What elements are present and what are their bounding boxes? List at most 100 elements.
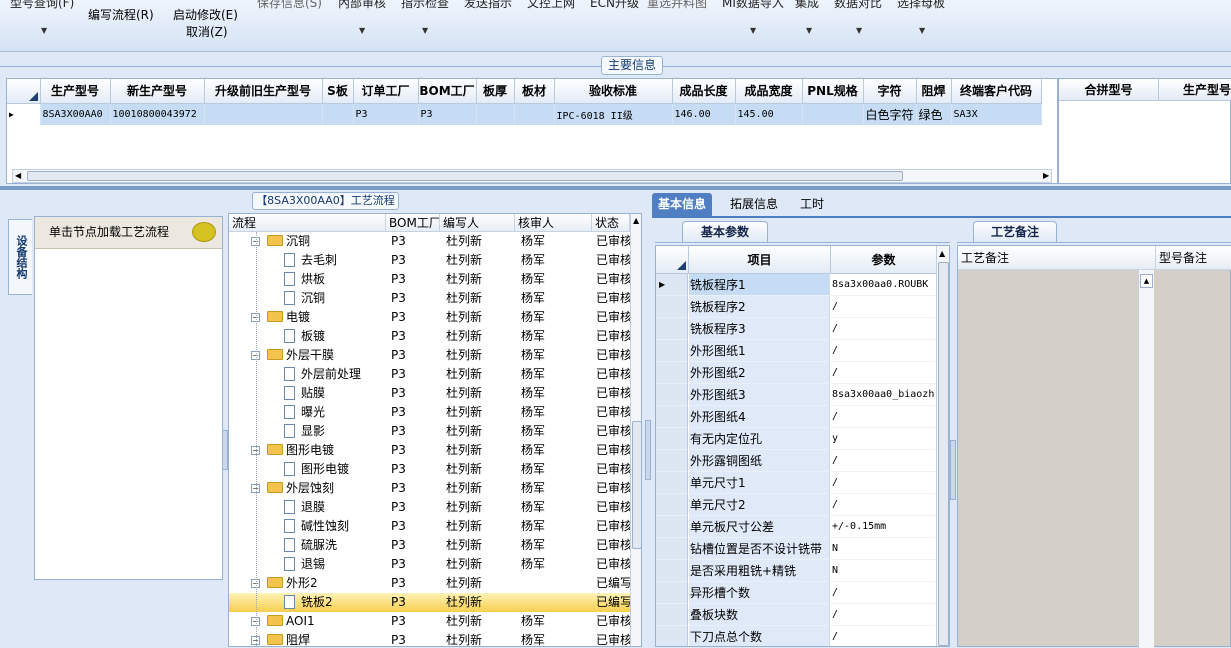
tree-row[interactable]: 板镀 P3 杜列新 杨军 已审核 xyxy=(229,327,631,346)
tree-row[interactable]: − 沉铜 P3 杜列新 杨军 已审核 xyxy=(229,232,631,251)
param-value[interactable]: / xyxy=(831,494,935,516)
collapse-handle[interactable] xyxy=(645,420,651,480)
scrollbar-thumb[interactable] xyxy=(632,421,641,549)
col-header[interactable]: 板厚 xyxy=(476,79,515,104)
basic-params-tab[interactable]: 基本参数 xyxy=(682,221,768,243)
param-row[interactable]: 铣板程序3/ xyxy=(656,318,936,340)
tree-row[interactable]: 烘板 P3 杜列新 杨军 已审核 xyxy=(229,270,631,289)
col-header[interactable]: 编写人 xyxy=(440,214,515,232)
scrollbar-thumb[interactable] xyxy=(27,171,903,181)
tree-node[interactable]: 硫脲洗 xyxy=(284,536,386,555)
tree-node[interactable]: 退膜 xyxy=(284,498,386,517)
param-row[interactable]: 外形图纸3 8sa3x00aa0_biaozhun xyxy=(656,384,936,406)
scrollbar-thumb[interactable] xyxy=(938,262,949,646)
tree-node[interactable]: 碱性蚀刻 xyxy=(284,517,386,536)
tree-node[interactable]: 烘板 xyxy=(284,270,386,289)
scroll-up-icon[interactable]: ▲ xyxy=(633,216,639,225)
tree-row[interactable]: 退锡 P3 杜列新 杨军 已审核 xyxy=(229,555,631,574)
tree-node[interactable]: 图形电镀 xyxy=(284,460,386,479)
menu-save-info[interactable]: 保存信息(S) xyxy=(257,0,322,11)
chevron-down-icon[interactable]: ▼ xyxy=(919,26,925,35)
tree-node[interactable]: 板镀 xyxy=(284,327,386,346)
col-header[interactable]: 验收标准 xyxy=(554,79,673,104)
param-value[interactable]: / xyxy=(831,340,935,362)
tree-node[interactable]: 显影 xyxy=(284,422,386,441)
tree-row[interactable]: 硫脲洗 P3 杜列新 杨军 已审核 xyxy=(229,536,631,555)
tree-node[interactable]: 沉铜 xyxy=(267,232,386,251)
tree-node[interactable]: 外层前处理 xyxy=(284,365,386,384)
table-cell[interactable] xyxy=(322,103,354,125)
param-value[interactable]: N xyxy=(831,560,935,582)
cancel-button[interactable]: 取消(Z) xyxy=(186,23,228,40)
param-row[interactable]: 外形图纸4/ xyxy=(656,406,936,428)
vertical-scrollbar[interactable]: ▲ xyxy=(630,214,641,646)
col-header[interactable]: 流程 xyxy=(229,214,386,232)
menu-instruction-check[interactable]: 指示检查 xyxy=(401,0,449,11)
table-cell[interactable]: 145.00 xyxy=(735,103,803,125)
col-header[interactable]: 订单工厂 xyxy=(353,79,419,104)
table-cell[interactable]: 10010800043972 xyxy=(110,103,205,125)
table-cell[interactable] xyxy=(514,103,555,125)
tree-row[interactable]: 外层前处理 P3 杜列新 杨军 已审核 xyxy=(229,365,631,384)
param-row[interactable]: 外形图纸1/ xyxy=(656,340,936,362)
col-header[interactable]: 核审人 xyxy=(515,214,592,232)
tree-node[interactable]: 退锡 xyxy=(284,555,386,574)
menu-reselect-drawing[interactable]: 重选并料图 xyxy=(647,0,707,11)
vertical-scrollbar[interactable]: ▲ xyxy=(936,246,949,646)
col-header[interactable]: 字符 xyxy=(863,79,917,104)
param-row[interactable]: 外形图纸2/ xyxy=(656,362,936,384)
scroll-right-icon[interactable]: ▶ xyxy=(1043,171,1049,180)
horizontal-scrollbar[interactable]: ◀ ▶ xyxy=(12,169,1052,183)
param-value[interactable]: / xyxy=(831,582,935,604)
tree-row[interactable]: 去毛刺 P3 杜列新 杨军 已审核 xyxy=(229,251,631,270)
tree-node[interactable]: 电镀 xyxy=(267,308,386,327)
tab-basic-info[interactable]: 基本信息 xyxy=(652,193,713,216)
tab-device-structure[interactable]: 设备结构 xyxy=(8,219,32,295)
table-cell[interactable]: 8SA3X00AA0 xyxy=(40,103,111,125)
tree-node[interactable]: 外层干膜 xyxy=(267,346,386,365)
tree-row[interactable]: 显影 P3 杜列新 杨军 已审核 xyxy=(229,422,631,441)
param-row[interactable]: 异形槽个数 / xyxy=(656,582,936,604)
table-cell[interactable]: 绿色 xyxy=(916,103,952,125)
tree-row[interactable]: − 外层干膜 P3 杜列新 杨军 已审核 xyxy=(229,346,631,365)
param-row[interactable]: 外形露铜图纸 / xyxy=(656,450,936,472)
param-value[interactable]: / xyxy=(831,318,935,340)
menu-integrate[interactable]: 集成 xyxy=(795,0,819,11)
table-cell[interactable] xyxy=(476,103,515,125)
menu-model-query[interactable]: 型号查询(F) xyxy=(10,0,74,11)
tab-extended-info[interactable]: 拓展信息 xyxy=(724,193,784,216)
tree-node[interactable]: 贴膜 xyxy=(284,384,386,403)
collapse-handle[interactable] xyxy=(950,440,956,500)
param-value[interactable]: 8sa3x00aa0.ROUBK xyxy=(831,274,935,296)
param-row[interactable]: 单元板尺寸公差 +/-0.15mm xyxy=(656,516,936,538)
tree-row[interactable]: − 外形2 P3 杜列新 已编写 xyxy=(229,574,631,593)
splitter[interactable] xyxy=(0,186,1231,190)
tree-row[interactable]: − 电镀 P3 杜列新 杨军 已审核 xyxy=(229,308,631,327)
col-header[interactable]: 成品宽度 xyxy=(735,79,803,104)
menu-doc-online[interactable]: 文控上网 xyxy=(527,0,575,11)
table-cell[interactable]: SA3X xyxy=(951,103,1042,125)
col-header[interactable]: 生产型号 xyxy=(1159,79,1231,101)
col-header[interactable]: S板 xyxy=(322,79,354,104)
tree-node[interactable]: 曝光 xyxy=(284,403,386,422)
param-value[interactable]: / xyxy=(831,362,935,384)
menu-data-compare[interactable]: 数据对比 xyxy=(834,0,882,11)
param-value[interactable]: / xyxy=(831,296,935,318)
param-value[interactable]: / xyxy=(831,604,935,626)
table-cell[interactable]: P3 xyxy=(353,103,419,125)
col-header[interactable]: 升级前旧生产型号 xyxy=(204,79,323,104)
chevron-down-icon[interactable]: ▼ xyxy=(856,26,862,35)
tree-node[interactable]: 外形2 xyxy=(267,574,386,593)
tree-row[interactable]: 沉铜 P3 杜列新 杨军 已审核 xyxy=(229,289,631,308)
tree-row[interactable]: 贴膜 P3 杜列新 杨军 已审核 xyxy=(229,384,631,403)
param-row[interactable]: 钻槽位置是否不设计铣带 N xyxy=(656,538,936,560)
param-row[interactable]: ▶ 铣板程序1 8sa3x00aa0.ROUBK xyxy=(656,274,936,296)
param-value[interactable]: / xyxy=(831,450,935,472)
param-row[interactable]: 有无内定位孔 y xyxy=(656,428,936,450)
menu-send-instruction[interactable]: 发送指示 xyxy=(464,0,512,11)
scroll-up-icon[interactable]: ▲ xyxy=(1140,274,1153,288)
col-header[interactable]: 终端客户代码 xyxy=(951,79,1042,104)
tree-row[interactable]: − AOI1 P3 杜列新 杨军 已审核 xyxy=(229,612,631,631)
param-row[interactable]: 单元尺寸2/ xyxy=(656,494,936,516)
vertical-scrollbar[interactable]: ▲ xyxy=(1138,270,1154,648)
